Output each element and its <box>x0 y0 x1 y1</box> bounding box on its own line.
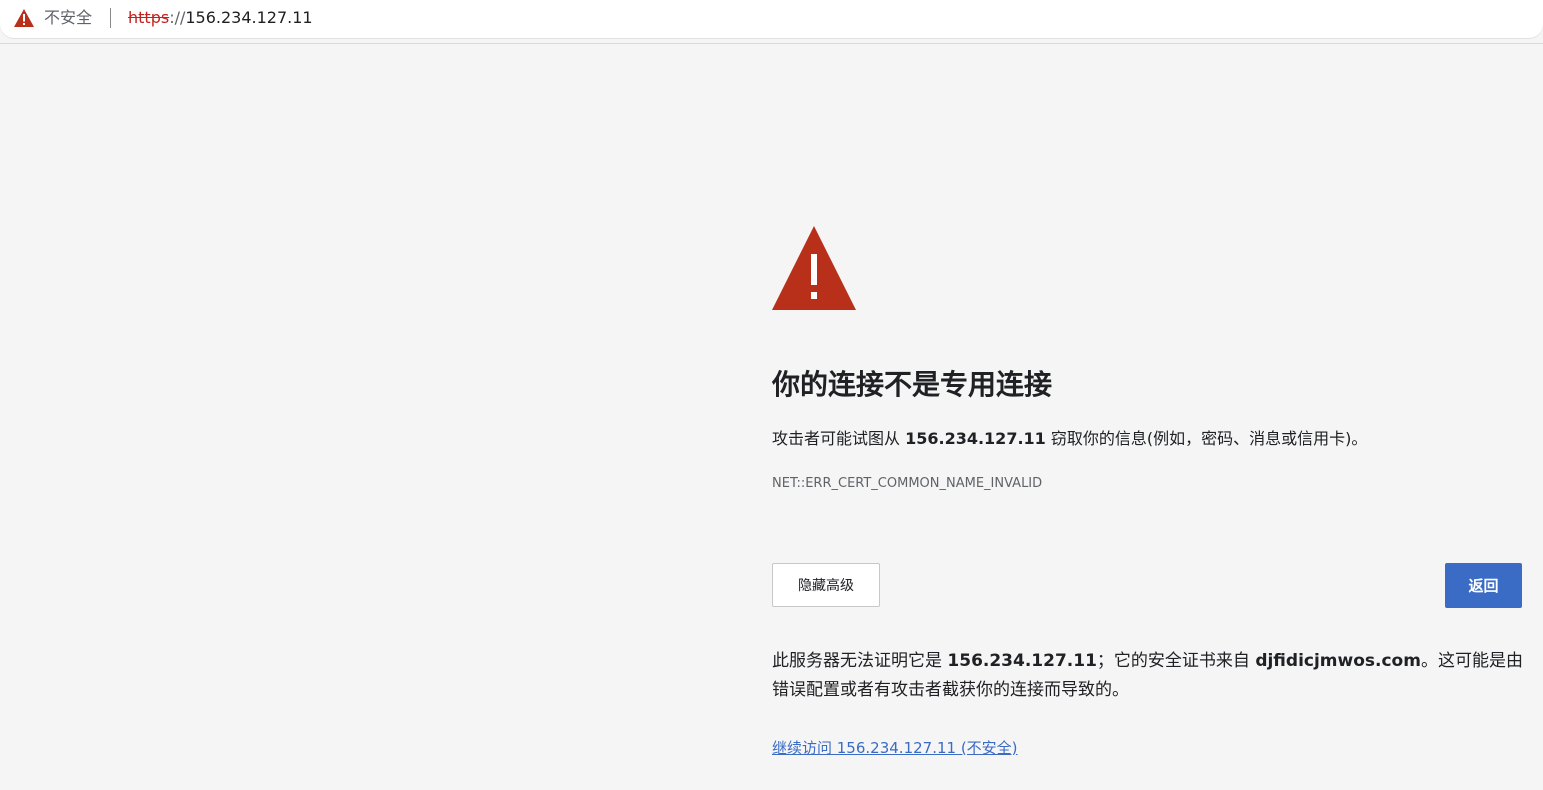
description-suffix: 窃取你的信息(例如，密码、消息或信用卡)。 <box>1045 429 1368 448</box>
url-scheme: https <box>128 8 170 27</box>
details-text-1: 此服务器无法证明它是 <box>772 651 948 671</box>
url-host: 156.234.127.11 <box>185 8 313 27</box>
warning-triangle-icon <box>771 225 857 311</box>
details-cert-domain: djfidicjmwos.com <box>1255 651 1421 671</box>
error-code[interactable]: NET::ERR_CERT_COMMON_NAME_INVALID <box>772 475 1042 493</box>
description-host: 156.234.127.11 <box>905 429 1046 448</box>
details-text-2: ；它的安全证书来自 <box>1096 651 1256 671</box>
description-prefix: 攻击者可能试图从 <box>772 429 906 448</box>
page-title: 你的连接不是专用连接 <box>772 368 1053 401</box>
details-host: 156.234.127.11 <box>947 651 1097 671</box>
hide-advanced-button[interactable]: 隐藏高级 <box>772 563 880 607</box>
address-divider <box>110 8 111 28</box>
url-text[interactable]: https://156.234.127.11 <box>128 8 313 28</box>
advanced-details: 此服务器无法证明它是 156.234.127.11；它的安全证书来自 djfid… <box>772 647 1532 705</box>
address-bar[interactable]: 不安全 https://156.234.127.11 <box>0 0 1543 38</box>
warning-triangle-icon[interactable] <box>13 8 35 28</box>
security-status-label[interactable]: 不安全 <box>44 8 92 28</box>
warning-description: 攻击者可能试图从 156.234.127.11 窃取你的信息(例如，密码、消息或… <box>772 428 1367 450</box>
back-button[interactable]: 返回 <box>1445 563 1522 608</box>
toolbar-divider <box>0 43 1543 44</box>
url-separator: :// <box>169 8 186 27</box>
proceed-unsafe-link[interactable]: 继续访问 156.234.127.11 (不安全) <box>772 737 1018 759</box>
